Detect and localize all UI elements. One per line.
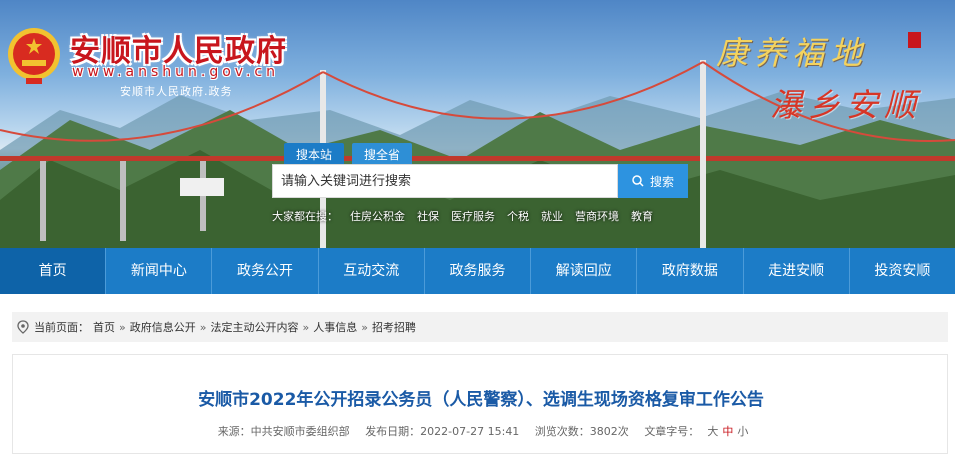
font-size-label: 文章字号：	[644, 425, 700, 438]
main-nav: 首页 新闻中心 政务公开 互动交流 政务服务 解读回应 政府数据 走进安顺 投资…	[0, 248, 955, 294]
nav-item-services[interactable]: 政务服务	[425, 248, 532, 294]
search-input[interactable]: 请输入关键词进行搜索	[272, 164, 618, 198]
font-size-small[interactable]: 小	[737, 425, 748, 438]
breadcrumb-item[interactable]: 法定主动公开内容	[210, 319, 298, 335]
breadcrumb-separator: »	[302, 320, 310, 334]
tab-search-site[interactable]: 搜本站	[284, 143, 345, 171]
search-button[interactable]: 搜索	[618, 164, 688, 198]
article-meta: 来源：中共安顺市委组织部 发布日期：2022-07-27 15:41 浏览次数：…	[13, 423, 949, 439]
seal-stamp-icon	[908, 32, 921, 48]
breadcrumb-item[interactable]: 首页	[93, 319, 115, 335]
hot-item[interactable]: 就业	[541, 208, 563, 224]
search-button-label: 搜索	[649, 174, 674, 189]
nav-item-about[interactable]: 走进安顺	[744, 248, 850, 294]
nav-item-data[interactable]: 政府数据	[637, 248, 744, 294]
nav-item-government-affairs[interactable]: 政务公开	[212, 248, 319, 294]
article-source: 来源：中共安顺市委组织部	[217, 425, 350, 438]
nav-item-news[interactable]: 新闻中心	[106, 248, 213, 294]
hot-label: 大家都在搜：	[272, 210, 338, 223]
breadcrumb-item[interactable]: 人事信息	[313, 319, 357, 335]
search-icon	[632, 175, 644, 187]
calligraphy-line1: 康养福地	[716, 34, 869, 72]
national-emblem-icon	[8, 28, 60, 84]
nav-item-interaction[interactable]: 互动交流	[319, 248, 425, 294]
nav-item-home[interactable]: 首页	[0, 248, 107, 294]
header-banner: 安顺市人民政府 www.anshun.gov.cn 安顺市人民政府.政务 康养福…	[0, 0, 955, 248]
breadcrumb-item[interactable]: 政府信息公开	[130, 319, 196, 335]
hot-item[interactable]: 个税	[507, 208, 529, 224]
font-size-large[interactable]: 大	[707, 425, 718, 438]
hot-searches: 大家都在搜： 住房公积金 社保 医疗服务 个税 就业 营商环境 教育	[272, 208, 653, 224]
article-date: 发布日期：2022-07-27 15:41	[365, 425, 520, 438]
hot-item[interactable]: 医疗服务	[451, 208, 495, 224]
hot-item[interactable]: 营商环境	[575, 208, 619, 224]
breadcrumb-item[interactable]: 招考招聘	[372, 319, 416, 335]
breadcrumb-separator: »	[119, 320, 126, 334]
calligraphy-line2: 瀑乡安顺	[770, 86, 923, 124]
site-slogan: 安顺市人民政府.政务	[120, 85, 233, 98]
nav-item-interpretation[interactable]: 解读回应	[531, 248, 638, 294]
tab-search-province[interactable]: 搜全省	[352, 143, 413, 166]
breadcrumb: 当前页面： 首页 » 政府信息公开 » 法定主动公开内容 » 人事信息 » 招考…	[12, 312, 948, 342]
breadcrumb-separator: »	[199, 320, 207, 334]
hot-item[interactable]: 社保	[417, 208, 439, 224]
article-views: 浏览次数：3802次	[534, 425, 629, 438]
search-scope-tabs: 搜本站 搜全省	[284, 143, 413, 171]
breadcrumb-separator: »	[361, 320, 368, 334]
article-title: 安顺市2022年公开招录公务员（人民警察）、选调生现场资格复审工作公告	[198, 390, 764, 410]
site-url: www.anshun.gov.cn	[72, 64, 280, 80]
article-panel: 安顺市2022年公开招录公务员（人民警察）、选调生现场资格复审工作公告 来源：中…	[12, 354, 948, 454]
nav-item-invest[interactable]: 投资安顺	[850, 248, 955, 294]
hot-item[interactable]: 住房公积金	[350, 208, 405, 224]
breadcrumb-label: 当前页面：	[34, 321, 89, 334]
hot-item[interactable]: 教育	[631, 208, 653, 224]
font-size-medium[interactable]: 中	[722, 425, 733, 438]
location-pin-icon	[17, 320, 29, 334]
